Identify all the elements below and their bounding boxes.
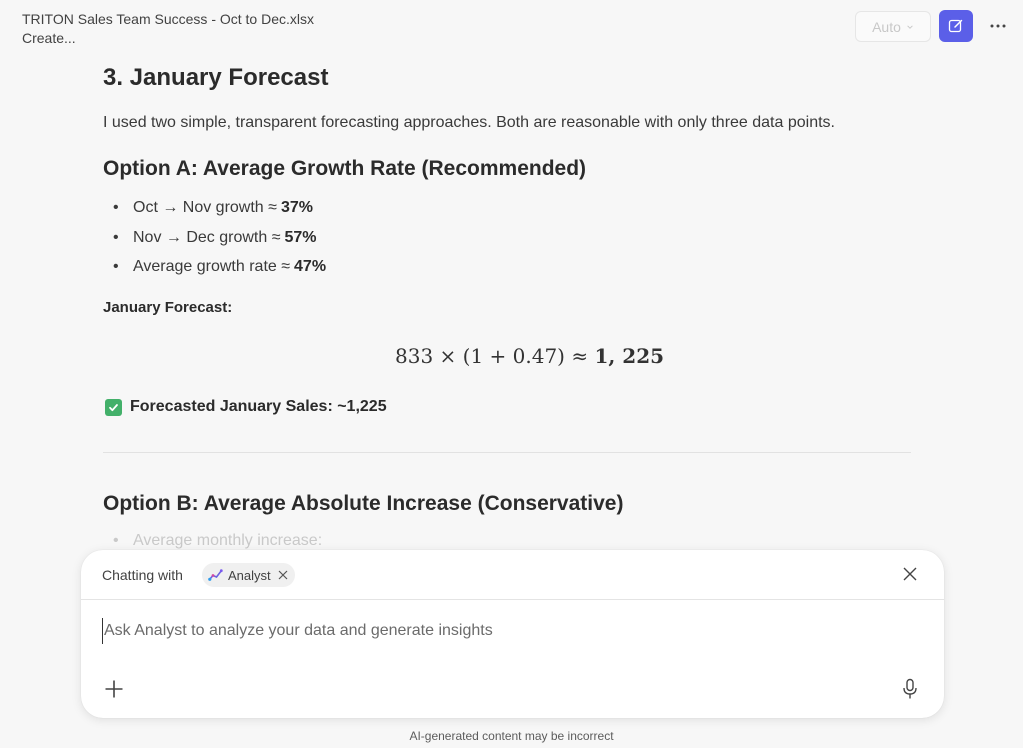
plus-icon [105,680,123,698]
option-b-title: Option B: Average Absolute Increase (Con… [103,492,624,515]
edit-icon [948,19,963,33]
chatting-with-label: Chatting with [102,567,183,583]
close-panel-button[interactable] [900,564,920,584]
agent-name: Analyst [228,567,271,583]
file-subtitle: Create... [22,30,76,46]
chat-panel: Chatting with Analyst [81,550,944,718]
growth-list: • Oct → Nov growth ≈ 37% • Nov → Dec gro… [113,197,326,286]
chevron-down-icon [907,24,913,29]
chat-input[interactable] [102,618,902,644]
close-icon [903,567,917,581]
list-item: • Oct → Nov growth ≈ 37% [113,199,313,216]
analyst-icon [208,569,223,581]
formula-result: 1, 225 [594,344,665,368]
microphone-button[interactable] [900,677,920,701]
forecast-result: Forecasted January Sales: ~1,225 [105,398,387,416]
agent-chip[interactable]: Analyst [202,563,295,587]
remove-agent-icon[interactable] [278,567,288,583]
section-title: 3. January Forecast [103,64,329,91]
check-mark-icon [105,398,122,416]
more-options-button[interactable] [984,14,1012,38]
file-title: TRITON Sales Team Success - Oct to Dec.x… [22,11,315,27]
chat-panel-header: Chatting with Analyst [81,550,944,600]
mode-dropdown[interactable]: Auto [855,11,931,42]
ai-disclaimer: AI-generated content may be incorrect [409,729,614,743]
list-item: • Average monthly increase: [113,532,323,549]
add-attachment-button[interactable] [103,678,125,700]
forecast-formula: 833 × (1 + 0.47) ≈ 1, 225 [395,344,665,368]
list-item: • Average growth rate ≈ 47% [113,258,327,275]
mode-label: Auto [872,18,901,35]
forecast-label: January Forecast: [103,299,233,316]
more-icon [990,24,1006,28]
app-header: TRITON Sales Team Success - Oct to Dec.x… [0,0,1023,56]
intro-text: I used two simple, transparent forecasti… [103,114,835,131]
new-chat-button[interactable] [939,10,973,42]
list-item: • Nov → Dec growth ≈ 57% [113,228,317,246]
section-divider [103,452,911,453]
microphone-icon [903,678,917,699]
option-a-title: Option A: Average Growth Rate (Recommend… [103,157,587,180]
